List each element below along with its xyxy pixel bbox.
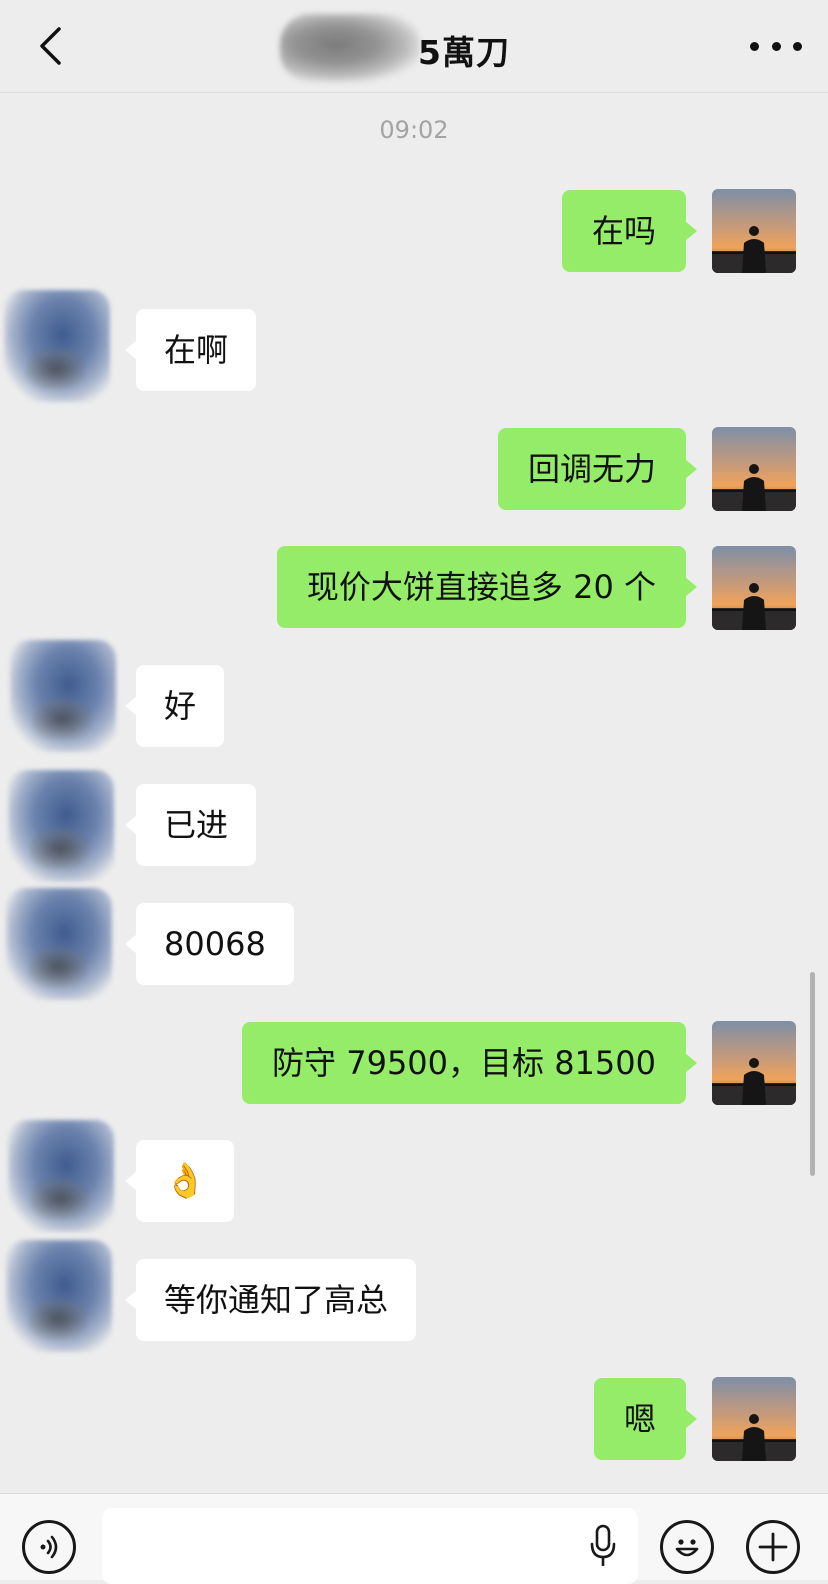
contact-message-bubble[interactable]: 等你通知了高总: [124, 1259, 417, 1341]
contact-avatar-redacted[interactable]: [6, 1240, 112, 1352]
my-avatar[interactable]: [712, 427, 796, 511]
chat-title: 5萬刀: [418, 33, 510, 72]
redacted-name-scribble: [280, 14, 420, 82]
emoji-icon: [675, 1539, 699, 1557]
sunset-silhouette-avatar-image: [712, 546, 796, 630]
contact-avatar-redacted[interactable]: [6, 888, 112, 1000]
chat-header: 5萬刀: [0, 0, 828, 93]
contact-message-bubble[interactable]: 好: [124, 665, 225, 747]
contact-avatar-redacted[interactable]: [8, 1120, 114, 1232]
my-avatar[interactable]: [712, 1377, 796, 1461]
sunset-silhouette-avatar-image: [712, 1377, 796, 1461]
emoji-button[interactable]: [660, 1520, 714, 1574]
my-avatar[interactable]: [712, 189, 796, 273]
contact-avatar-redacted[interactable]: [10, 640, 116, 752]
more-dots-icon: [750, 41, 759, 51]
contact-message-bubble[interactable]: 80068: [125, 903, 294, 985]
my-message-bubble[interactable]: 回调无力: [497, 428, 698, 510]
message-timestamp: 09:02: [379, 116, 449, 144]
my-avatar[interactable]: [712, 546, 796, 630]
sunset-silhouette-avatar-image: [712, 427, 796, 511]
contact-message-bubble[interactable]: 在啊: [124, 309, 257, 391]
sunset-silhouette-avatar-image: [712, 1021, 796, 1105]
voice-button[interactable]: [22, 1520, 76, 1574]
plus-button[interactable]: [746, 1520, 800, 1574]
plus-icon: [758, 1532, 788, 1562]
contact-avatar-redacted[interactable]: [8, 770, 114, 882]
back-button[interactable]: [30, 24, 70, 68]
contact-avatar-redacted[interactable]: [4, 290, 110, 402]
microphone-icon[interactable]: [588, 1524, 618, 1568]
input-bar: [0, 1493, 828, 1584]
ok-hand-emoji: 👌: [164, 1161, 207, 1201]
more-dot: [771, 41, 781, 51]
my-message-bubble[interactable]: 在吗: [561, 190, 698, 272]
chat-scrollbar[interactable]: [810, 972, 815, 1176]
contact-message-bubble[interactable]: 👌: [124, 1140, 235, 1222]
my-avatar[interactable]: [712, 1021, 796, 1105]
more-options-button[interactable]: [750, 28, 802, 64]
sunset-silhouette-avatar-image: [712, 189, 796, 273]
contact-message-bubble[interactable]: 已进: [124, 784, 257, 866]
voice-icon: [40, 1535, 58, 1559]
chevron-left-icon: [40, 27, 61, 65]
my-message-bubble[interactable]: 现价大饼直接追多 20 个: [276, 546, 698, 628]
message-input[interactable]: [102, 1508, 638, 1584]
my-message-bubble[interactable]: 嗯: [593, 1378, 698, 1460]
chat-title-area: 5萬刀: [270, 4, 560, 88]
my-message-bubble[interactable]: 防守 79500，目标 81500: [242, 1022, 697, 1104]
more-dot: [793, 41, 802, 51]
